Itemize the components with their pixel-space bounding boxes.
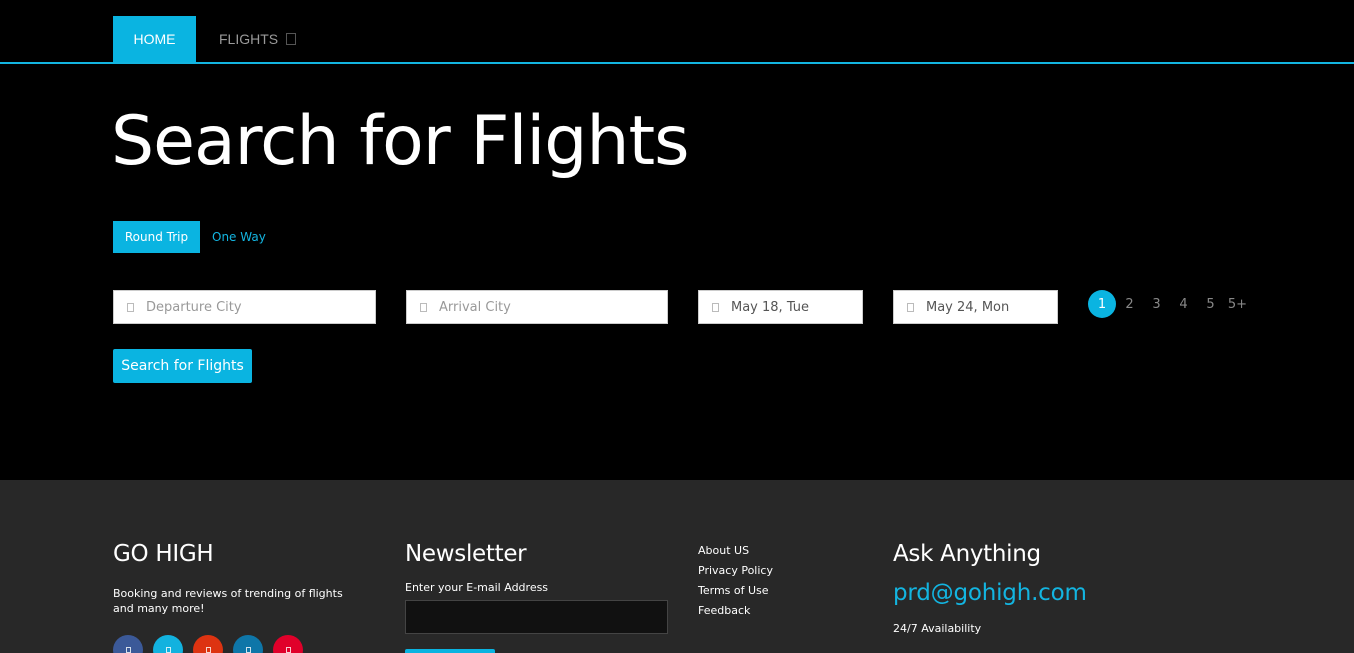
twitter-link[interactable]: [153, 635, 183, 653]
about-us-link[interactable]: About US: [698, 541, 773, 561]
newsletter-email-input[interactable]: [405, 600, 668, 634]
passenger-option-1[interactable]: 1: [1088, 290, 1116, 318]
chevron-down-icon: [286, 33, 297, 45]
search-flights-button[interactable]: Search for Flights: [113, 349, 252, 383]
twitter-icon: [165, 647, 171, 653]
google-plus-icon: [205, 647, 211, 653]
passenger-option-5-plus[interactable]: 5+: [1224, 290, 1251, 318]
email-label: Enter your E-mail Address: [405, 581, 549, 594]
departure-city-placeholder: Departure City: [146, 299, 242, 315]
nav-flights-label: FLIGHTS: [219, 31, 279, 47]
footer: GO HIGH Booking and reviews of trending …: [0, 480, 1354, 653]
feedback-link[interactable]: Feedback: [698, 601, 773, 621]
arrival-city-input[interactable]: Arrival City: [406, 290, 668, 324]
social-links: [113, 635, 303, 653]
newsletter-title: Newsletter: [405, 541, 527, 567]
availability-text: 24/7 Availability: [893, 622, 982, 635]
location-icon: [127, 302, 134, 312]
pinterest-link[interactable]: [273, 635, 303, 653]
departure-date-value: May 18, Tue: [731, 299, 810, 315]
passenger-option-2[interactable]: 2: [1116, 290, 1143, 318]
google-plus-link[interactable]: [193, 635, 223, 653]
departure-date-input[interactable]: May 18, Tue: [698, 290, 863, 324]
calendar-icon: [712, 302, 719, 312]
contact-email-link[interactable]: prd@gohigh.com: [893, 580, 1087, 606]
one-way-tab[interactable]: One Way: [212, 221, 266, 253]
nav-flights-menu[interactable]: FLIGHTS: [219, 16, 297, 62]
return-date-input[interactable]: May 24, Mon: [893, 290, 1058, 324]
footer-brand: GO HIGH: [113, 541, 214, 567]
calendar-icon: [907, 302, 914, 312]
departure-city-input[interactable]: Departure City: [113, 290, 376, 324]
facebook-link[interactable]: [113, 635, 143, 653]
top-navigation: HOME FLIGHTS: [0, 0, 1354, 64]
passenger-option-4[interactable]: 4: [1170, 290, 1197, 318]
passenger-option-3[interactable]: 3: [1143, 290, 1170, 318]
privacy-policy-link[interactable]: Privacy Policy: [698, 561, 773, 581]
arrival-city-placeholder: Arrival City: [439, 299, 511, 315]
ask-anything-title: Ask Anything: [893, 541, 1041, 567]
linkedin-link[interactable]: [233, 635, 263, 653]
page-title: Search for Flights: [111, 102, 690, 181]
nav-home-tab[interactable]: HOME: [113, 16, 196, 62]
footer-links: About US Privacy Policy Terms of Use Fee…: [698, 541, 773, 621]
facebook-icon: [125, 647, 131, 653]
passenger-option-5[interactable]: 5: [1197, 290, 1224, 318]
passenger-count-selector: 1 2 3 4 5 5+: [1088, 290, 1251, 318]
round-trip-tab[interactable]: Round Trip: [113, 221, 200, 253]
footer-tagline: Booking and reviews of trending of fligh…: [113, 587, 343, 615]
linkedin-icon: [245, 647, 251, 653]
subscribe-button[interactable]: [405, 649, 495, 653]
return-date-value: May 24, Mon: [926, 299, 1010, 315]
pinterest-icon: [285, 647, 291, 653]
terms-of-use-link[interactable]: Terms of Use: [698, 581, 773, 601]
location-icon: [420, 302, 427, 312]
